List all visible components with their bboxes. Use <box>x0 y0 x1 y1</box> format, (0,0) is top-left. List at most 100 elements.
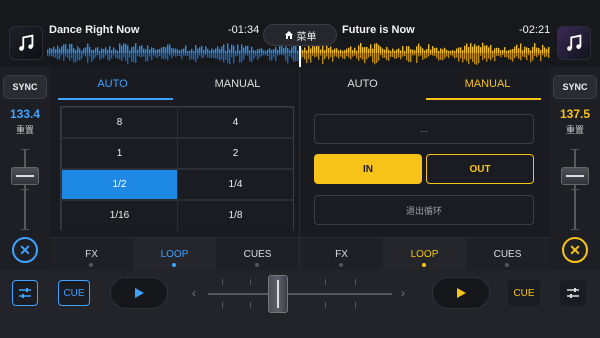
deck-a-tab-manual[interactable]: MANUAL <box>175 67 300 101</box>
waveform-bar <box>428 44 430 53</box>
deck-a-waveform[interactable] <box>47 40 300 67</box>
deck-a-tab-fx[interactable]: FX <box>50 238 133 271</box>
waveform-bar <box>360 42 362 53</box>
waveform-bar <box>83 48 85 53</box>
deck-b-waveform[interactable] <box>300 40 550 67</box>
menu-button[interactable]: 菜单 <box>263 24 337 46</box>
deck-b-tab-fx[interactable]: FX <box>300 238 383 271</box>
waveform-bar <box>57 45 59 53</box>
waveform-bar <box>448 50 450 53</box>
deck-b-cover[interactable] <box>557 26 591 60</box>
waveform-bar <box>528 53 530 56</box>
waveform-bar <box>530 53 532 63</box>
waveform-bar <box>49 53 51 57</box>
home-icon <box>284 31 293 39</box>
deck-b-close-loop-button[interactable]: ✕ <box>562 237 588 263</box>
deck-a-close-loop-button[interactable]: ✕ <box>12 237 38 263</box>
deck-b-reset-button[interactable]: 重置 <box>550 123 600 136</box>
waveform-bar <box>496 53 498 56</box>
loop-size-1-2[interactable]: 1/2 <box>62 170 177 199</box>
deck-b-tab-auto[interactable]: AUTO <box>300 67 425 101</box>
deck-b-sync-button[interactable]: SYNC <box>553 75 597 99</box>
waveform-bar <box>101 53 103 59</box>
waveform-bar <box>47 53 49 56</box>
deck-a-cover[interactable] <box>9 26 43 60</box>
deck-b-mixer-button[interactable] <box>560 280 586 306</box>
waveform-bar <box>75 53 77 63</box>
waveform-bar <box>436 47 438 53</box>
waveform-bar <box>151 53 153 61</box>
waveform-bar <box>219 48 221 53</box>
deck-b-exit-loop-button[interactable]: 退出循环 <box>314 195 534 225</box>
loop-size-4[interactable]: 4 <box>178 108 293 137</box>
waveform-bar <box>155 53 157 58</box>
deck-a-sync-button[interactable]: SYNC <box>3 75 47 99</box>
waveform-bar <box>147 45 149 53</box>
crossfader-tick <box>222 302 223 308</box>
waveform-bar <box>263 53 265 56</box>
deck-a-pitch-slider[interactable] <box>11 167 39 185</box>
deck-b-tab-cues[interactable]: CUES <box>466 238 549 271</box>
deck-b-pitch-slider[interactable] <box>561 167 589 185</box>
waveform-bar <box>161 53 163 59</box>
menu-label: 菜单 <box>296 31 317 43</box>
waveform-bar <box>522 53 524 57</box>
waveform-bar <box>314 46 316 53</box>
waveform-bar <box>400 50 402 53</box>
waveform-bar <box>456 53 458 58</box>
crossfader-knob[interactable] <box>268 275 288 313</box>
waveform-bar <box>169 44 171 53</box>
deck-b-bpm: 137.5 <box>559 107 591 121</box>
waveform-bar <box>346 48 348 53</box>
waveform-bar <box>542 44 544 53</box>
waveform-bar <box>322 53 324 65</box>
loop-size-2[interactable]: 2 <box>178 139 293 168</box>
waveform-bar <box>79 48 81 53</box>
waveform-bar <box>540 50 542 53</box>
waveform-bar <box>221 53 223 60</box>
loop-size-1-4[interactable]: 1/4 <box>178 170 293 199</box>
waveform-bar <box>508 50 510 53</box>
waveform-bar <box>390 53 392 57</box>
waveform-bar <box>175 48 177 53</box>
deck-b-loop-out-button[interactable]: OUT <box>426 154 534 184</box>
waveform-bar <box>516 53 518 57</box>
deck-a-tab-loop[interactable]: LOOP <box>133 238 216 271</box>
waveform-bar <box>356 50 358 53</box>
waveform-bar <box>464 53 466 60</box>
deck-a-tab-auto[interactable]: AUTO <box>50 67 175 101</box>
waveform-bar <box>388 53 390 61</box>
loop-size-1-8[interactable]: 1/8 <box>178 201 293 230</box>
deck-a-cue-button[interactable]: CUE <box>58 280 90 306</box>
deck-a-play-button[interactable] <box>110 277 168 309</box>
waveform-bar <box>342 50 344 53</box>
deck-a-mixer-button[interactable] <box>12 280 38 306</box>
deck-b-sidebar: SYNC 137.5 重置 ✕ <box>550 67 600 270</box>
waveform-bar <box>91 53 93 62</box>
waveform-bar <box>480 53 482 56</box>
waveform-bar <box>267 53 269 57</box>
deck-a-tab-cues[interactable]: CUES <box>216 238 299 271</box>
waveform-bar <box>185 53 187 57</box>
waveform-bar <box>332 49 334 53</box>
loop-size-8[interactable]: 8 <box>62 108 177 137</box>
deck-b-loop-in-button[interactable]: IN <box>314 154 422 184</box>
loop-size-1[interactable]: 1 <box>62 139 177 168</box>
deck-b-tab-manual[interactable]: MANUAL <box>425 67 550 101</box>
deck-a-active-tab-underline <box>58 98 173 100</box>
deck-b-cue-button[interactable]: CUE <box>508 280 540 306</box>
deck-b-loop-slot[interactable]: ... <box>314 114 534 144</box>
loop-size-1-16[interactable]: 1/16 <box>62 201 177 230</box>
waveform-bar <box>546 53 548 57</box>
waveform-bar <box>199 47 201 53</box>
waveform-bar <box>59 48 61 53</box>
waveform-bar <box>67 53 69 58</box>
waveform-bar <box>498 48 500 53</box>
waveform-bar <box>263 50 265 53</box>
deck-b-play-button[interactable] <box>432 277 490 309</box>
waveform-bar <box>500 50 502 53</box>
deck-b-tab-loop[interactable]: LOOP <box>383 238 466 271</box>
deck-a-reset-button[interactable]: 重置 <box>0 123 50 136</box>
waveform-bar <box>400 53 402 60</box>
waveform-bar <box>61 53 63 56</box>
